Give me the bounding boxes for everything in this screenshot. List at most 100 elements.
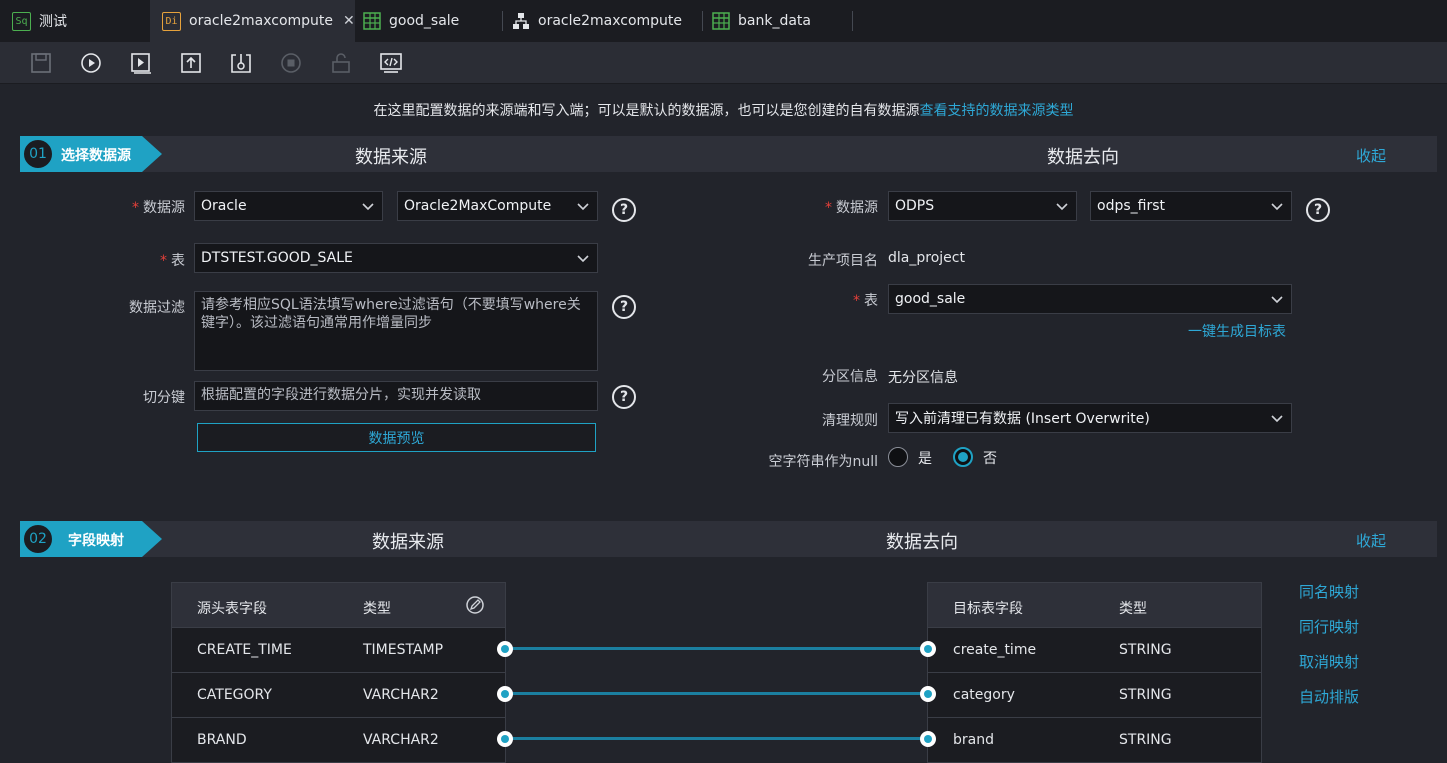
- intro-text: 在这里配置数据的来源端和写入端；可以是默认的数据源，也可以是您创建的自有数据源查…: [373, 103, 1074, 119]
- step2-target-title: 数据去向: [886, 532, 958, 553]
- tab-oracle2maxcompute-active[interactable]: Di oracle2maxcompute ✕: [150, 0, 355, 42]
- source-filter-label: 数据过滤: [129, 300, 185, 316]
- chevron-down-icon: [1056, 203, 1068, 211]
- source-mapping-handle[interactable]: [497, 731, 513, 747]
- source-filter-textarea[interactable]: 请参考相应SQL语法填写where过滤语句（不要填写where关键字）。该过滤语…: [194, 291, 598, 371]
- null-no-label: 否: [983, 451, 997, 467]
- submit-icon[interactable]: [180, 52, 202, 74]
- target-null-label: 空字符串作为null: [768, 454, 878, 470]
- step1-source-title: 数据来源: [355, 147, 427, 168]
- tab-label: good_sale: [389, 13, 460, 29]
- target-project-label: 生产项目名: [808, 253, 878, 269]
- deploy-icon[interactable]: [230, 52, 252, 74]
- edit-icon[interactable]: [465, 595, 485, 615]
- step2-number: 02: [22, 523, 54, 555]
- target-mapping-handle[interactable]: [920, 686, 936, 702]
- code-icon[interactable]: [380, 52, 402, 74]
- source-split-label: 切分键: [143, 390, 185, 406]
- chevron-down-icon: [1271, 203, 1283, 211]
- table-row: brand STRING: [928, 718, 1261, 763]
- null-no-radio[interactable]: [953, 447, 973, 467]
- source-split-input[interactable]: 根据配置的字段进行数据分片，实现并发读取: [194, 381, 598, 411]
- workflow-icon: [512, 12, 530, 30]
- close-icon[interactable]: ✕: [343, 13, 355, 29]
- target-fields-table: 目标表字段 类型 create_time STRING category STR…: [927, 582, 1262, 763]
- source-table-label: * 表: [160, 253, 185, 269]
- table-row: CREATE_TIME TIMESTAMP: [172, 628, 505, 673]
- null-yes-label: 是: [918, 451, 932, 467]
- tab-label: bank_data: [738, 13, 811, 29]
- tab-good-sale[interactable]: good_sale: [363, 0, 503, 42]
- save-icon[interactable]: [30, 52, 52, 74]
- table-header: 源头表字段 类型: [172, 583, 505, 628]
- di-icon: Di: [162, 11, 181, 31]
- step2-label: 字段映射: [68, 533, 124, 549]
- source-datasource-name-select[interactable]: Oracle2MaxCompute: [397, 191, 598, 221]
- chevron-down-icon: [362, 203, 374, 211]
- step1-bar: 01 选择数据源 数据来源 数据去向 收起: [20, 136, 1437, 172]
- stop-icon[interactable]: [280, 52, 302, 74]
- target-table-select[interactable]: good_sale: [888, 284, 1292, 314]
- tab-label: oracle2maxcompute: [538, 13, 683, 29]
- target-partition-label: 分区信息: [822, 369, 878, 385]
- target-clean-label: 清理规则: [822, 413, 878, 429]
- table-icon: [363, 12, 381, 30]
- source-fields-table: 源头表字段 类型 CREATE_TIME TIMESTAMP CATEGORY …: [171, 582, 506, 763]
- chevron-down-icon: [1271, 415, 1283, 423]
- chevron-down-icon: [1271, 296, 1283, 304]
- step2-collapse-link[interactable]: 收起: [1356, 530, 1386, 551]
- target-mapping-handle[interactable]: [920, 731, 936, 747]
- source-datasource-label: * 数据源: [132, 200, 185, 216]
- target-clean-select[interactable]: 写入前清理已有数据 (Insert Overwrite): [888, 403, 1292, 433]
- table-icon: [712, 12, 730, 30]
- source-mapping-handle[interactable]: [497, 686, 513, 702]
- mapping-line: [505, 647, 923, 650]
- mapping-line: [505, 692, 923, 695]
- chevron-down-icon: [577, 203, 589, 211]
- target-project-value: dla_project: [888, 250, 965, 266]
- step1-label: 选择数据源: [61, 148, 131, 164]
- tab-label: oracle2maxcompute: [189, 13, 334, 29]
- step1-number: 01: [22, 138, 54, 170]
- generate-target-table-link[interactable]: 一键生成目标表: [1188, 321, 1286, 341]
- supported-sources-link[interactable]: 查看支持的数据来源类型: [920, 103, 1074, 119]
- table-row: BRAND VARCHAR2: [172, 718, 505, 763]
- tab-label: 测试: [39, 14, 67, 30]
- target-mapping-handle[interactable]: [920, 641, 936, 657]
- mapping-line: [505, 737, 923, 740]
- target-partition-value: 无分区信息: [888, 370, 958, 386]
- auto-layout-link[interactable]: 自动排版: [1299, 686, 1359, 707]
- chevron-down-icon: [577, 255, 589, 263]
- null-yes-radio[interactable]: [888, 447, 908, 467]
- table-row: category STRING: [928, 673, 1261, 718]
- table-header: 目标表字段 类型: [928, 583, 1261, 628]
- run-icon[interactable]: [80, 52, 102, 74]
- toolbar: [0, 42, 1447, 84]
- target-datasource-type-select[interactable]: ODPS: [888, 191, 1077, 221]
- data-preview-button[interactable]: 数据预览: [197, 423, 596, 452]
- target-datasource-label: * 数据源: [825, 200, 878, 216]
- map-same-row-link[interactable]: 同行映射: [1299, 616, 1359, 637]
- run-params-icon[interactable]: [130, 52, 152, 74]
- tab-bar: Sq 测试 Di oracle2maxcompute ✕ good_sale o…: [0, 0, 1447, 42]
- step1-collapse-link[interactable]: 收起: [1356, 145, 1386, 166]
- help-icon[interactable]: ?: [612, 385, 636, 409]
- tab-bank-data[interactable]: bank_data: [712, 0, 852, 42]
- table-row: CATEGORY VARCHAR2: [172, 673, 505, 718]
- step2-bar: 02 字段映射 数据来源 数据去向 收起: [20, 521, 1437, 557]
- help-icon[interactable]: ?: [612, 198, 636, 222]
- cancel-mapping-link[interactable]: 取消映射: [1299, 651, 1359, 672]
- tab-sql-test[interactable]: Sq 测试: [0, 0, 150, 42]
- target-datasource-name-select[interactable]: odps_first: [1090, 191, 1292, 221]
- map-same-name-link[interactable]: 同名映射: [1299, 581, 1359, 602]
- help-icon[interactable]: ?: [612, 295, 636, 319]
- lock-icon[interactable]: [330, 52, 352, 74]
- step1-target-title: 数据去向: [1047, 147, 1119, 168]
- source-datasource-type-select[interactable]: Oracle: [194, 191, 383, 221]
- step2-source-title: 数据来源: [372, 532, 444, 553]
- tab-oracle2maxcompute-workflow[interactable]: oracle2maxcompute: [512, 0, 702, 42]
- help-icon[interactable]: ?: [1306, 198, 1330, 222]
- source-mapping-handle[interactable]: [497, 641, 513, 657]
- source-table-select[interactable]: DTSTEST.GOOD_SALE: [194, 243, 598, 273]
- target-table-label: * 表: [853, 293, 878, 309]
